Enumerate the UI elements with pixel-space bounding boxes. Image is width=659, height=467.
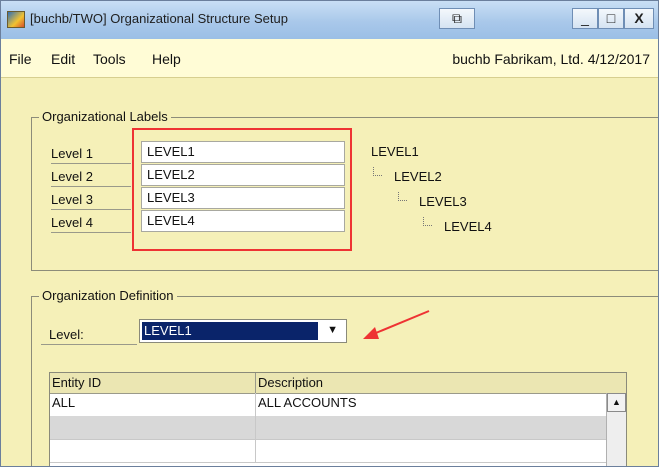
menu-help[interactable]: Help [152, 51, 181, 67]
window-title: [buchb/TWO] Organizational Structure Set… [30, 11, 288, 26]
menu-file[interactable]: File [9, 51, 32, 67]
table-row[interactable] [50, 439, 606, 463]
menu-bar: File Edit Tools Help buchb Fabrikam, Ltd… [1, 39, 658, 78]
app-window: [buchb/TWO] Organizational Structure Set… [0, 0, 659, 467]
level-label: Level: [49, 327, 84, 342]
level-3-label: Level 3 [51, 187, 131, 210]
window-extra-button[interactable]: ⧉ [439, 8, 475, 29]
app-icon [7, 11, 25, 28]
maximize-button[interactable]: □ [598, 8, 624, 29]
title-bar[interactable]: [buchb/TWO] Organizational Structure Set… [1, 1, 658, 39]
description-cell[interactable] [256, 439, 606, 462]
scroll-up-arrow-icon[interactable]: ▲ [607, 393, 626, 412]
level-2-label: Level 2 [51, 164, 131, 187]
grid-header: Entity ID Description [50, 373, 626, 394]
minimize-button[interactable]: _ [572, 8, 598, 29]
level-dropdown-value: LEVEL1 [142, 322, 318, 340]
chevron-down-icon[interactable]: ▼ [327, 324, 338, 336]
highlight-box [132, 128, 352, 251]
menu-edit[interactable]: Edit [51, 51, 75, 67]
tree-node-level2: LEVEL2 [394, 169, 442, 184]
labels-group-title: Organizational Labels [39, 109, 171, 124]
level-label-underline [41, 344, 137, 345]
entity-id-cell[interactable]: ALL [50, 393, 256, 416]
level-dropdown[interactable]: LEVEL1 ▼ [139, 319, 347, 343]
entity-id-cell[interactable] [50, 416, 256, 439]
red-pointer-arrow-icon [363, 310, 430, 339]
level-1-label: Level 1 [51, 141, 131, 164]
entity-grid: Entity ID Description ALL ALL ACCOUNTS ▲ [49, 372, 627, 466]
tree-connector-icon [398, 192, 407, 201]
tree-node-level1: LEVEL1 [371, 144, 419, 159]
description-cell[interactable]: ALL ACCOUNTS [256, 393, 606, 416]
definition-group-title: Organization Definition [39, 288, 177, 303]
table-row[interactable]: ALL ALL ACCOUNTS [50, 393, 606, 417]
tree-connector-icon [423, 217, 432, 226]
entity-id-cell[interactable] [50, 439, 256, 462]
grid-scrollbar[interactable]: ▲ [606, 393, 626, 466]
tree-node-level3: LEVEL3 [419, 194, 467, 209]
menu-tools[interactable]: Tools [93, 51, 126, 67]
user-company-date-status: buchb Fabrikam, Ltd. 4/12/2017 [452, 51, 650, 67]
description-cell[interactable] [256, 416, 606, 439]
column-header-entity-id[interactable]: Entity ID [50, 373, 256, 393]
tree-connector-icon [373, 167, 382, 176]
close-button[interactable]: X [624, 8, 654, 29]
column-header-description[interactable]: Description [256, 373, 606, 393]
level-4-label: Level 4 [51, 210, 131, 233]
table-row[interactable] [50, 416, 606, 440]
tree-node-level4: LEVEL4 [444, 219, 492, 234]
